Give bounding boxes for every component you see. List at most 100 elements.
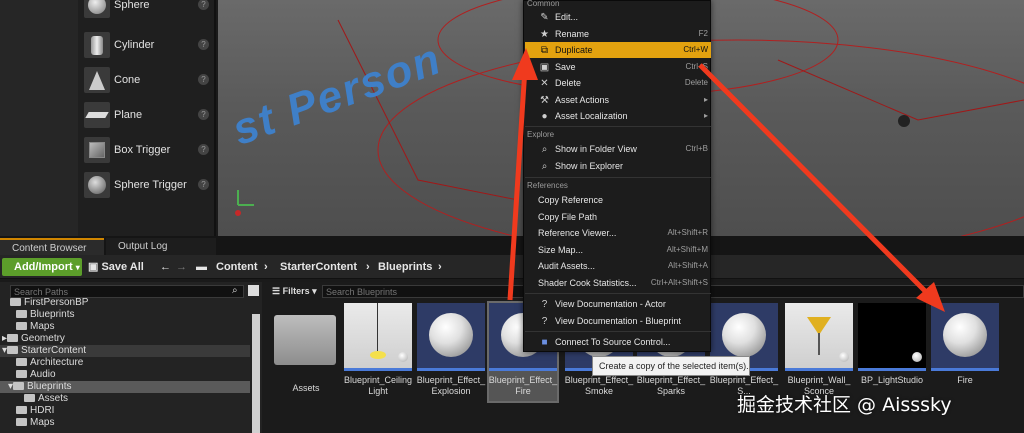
tree-item[interactable]: ▸ Geometry	[2, 333, 65, 345]
menu-item-rename[interactable]: ★ Rename F2	[525, 26, 711, 42]
asset-tile[interactable]: Blueprint_Effect_ Explosion	[417, 303, 485, 401]
panel-tab-bar: Content Browser Output Log	[0, 236, 1024, 255]
breadcrumb-startercontent[interactable]: StarterContent	[280, 258, 357, 276]
add-import-label: Add/Import	[14, 261, 73, 273]
forward-arrow-icon[interactable]: →	[176, 258, 187, 276]
asset-tile[interactable]: Blueprint_Wall_ Sconce	[785, 303, 853, 401]
search-icon: ⌕	[541, 161, 548, 172]
menu-item-duplicate[interactable]: ⧉ Duplicate Ctrl+W	[525, 42, 711, 58]
help-icon[interactable]: ?	[198, 144, 209, 155]
tree-item[interactable]: HDRI	[16, 405, 54, 417]
menu-item-view-documentation-blueprint[interactable]: ? View Documentation - Blueprint	[525, 313, 711, 329]
filters-button[interactable]: ☰ Filters ▾	[272, 285, 317, 298]
place-item-sphere-trigger[interactable]: Sphere Trigger ?	[78, 170, 216, 205]
save-all-button[interactable]: ▣ Save All	[88, 258, 144, 276]
asset-tile[interactable]: BP_LightStudio	[858, 303, 926, 401]
chevron-down-icon: ▾	[75, 263, 80, 272]
tree-item[interactable]: Blueprints	[16, 309, 74, 321]
folder-icon	[16, 370, 27, 379]
help-icon[interactable]: ?	[198, 74, 209, 85]
place-item-cone[interactable]: Cone ?	[78, 65, 216, 100]
help-icon[interactable]: ?	[198, 179, 209, 190]
tree-item[interactable]: Assets	[24, 393, 68, 405]
asset-tile[interactable]: Blueprint_Effect_ S...	[710, 303, 778, 401]
chevron-right-icon: ›	[264, 261, 268, 273]
help-icon[interactable]: ?	[198, 39, 209, 50]
menu-item-label: Show in Folder View	[555, 144, 637, 154]
tree-item[interactable]: FirstPersonBP	[10, 297, 88, 309]
menu-item-show-in-explorer[interactable]: ⌕ Show in Explorer	[525, 158, 711, 174]
tree-item-label: Blueprints	[30, 309, 75, 320]
menu-item-save[interactable]: ▣ Save Ctrl+S	[525, 59, 711, 75]
folder-icon	[274, 315, 336, 365]
tab-label: Output Log	[118, 241, 168, 252]
menu-item-copy-file-path[interactable]: Copy File Path	[525, 209, 711, 225]
sphere-icon	[84, 0, 110, 18]
menu-item-label: Duplicate	[555, 45, 593, 55]
sphere-trigger-icon	[84, 172, 110, 198]
asset-tile-label: Fire	[957, 375, 973, 385]
asset-tile[interactable]: Blueprint_Ceiling Light	[344, 303, 412, 401]
tree-item[interactable]: Maps	[16, 321, 54, 333]
cylinder-icon	[84, 32, 110, 58]
asset-tile-label: Blueprint_Effect_ Sparks	[636, 375, 706, 396]
menu-item-shader-cook-statistics[interactable]: Shader Cook Statistics... Ctrl+Alt+Shift+…	[525, 275, 711, 291]
close-icon: ✕	[540, 78, 549, 89]
menu-item-connect-to-source-control[interactable]: ■ Connect To Source Control...	[525, 334, 711, 350]
tree-item[interactable]: Audio	[16, 369, 56, 381]
tree-item[interactable]: Architecture	[16, 357, 83, 369]
tree-item[interactable]: ▾ StarterContent	[0, 345, 250, 357]
search-icon[interactable]: ⌕	[232, 285, 244, 297]
menu-shortcut: F2	[698, 29, 708, 38]
cone-icon	[84, 67, 110, 93]
place-item-cylinder[interactable]: Cylinder ?	[78, 30, 216, 65]
place-item-plane[interactable]: Plane ?	[78, 100, 216, 135]
place-item-label: Sphere Trigger	[114, 179, 187, 191]
menu-item-show-in-folder-view[interactable]: ⌕ Show in Folder View Ctrl+B	[525, 141, 711, 157]
asset-tile-label: BP_LightStudio	[860, 375, 924, 385]
help-icon[interactable]: ?	[198, 109, 209, 120]
menu-item-label: View Documentation - Actor	[555, 299, 666, 309]
save-icon: ▣	[539, 62, 550, 73]
menu-shortcut: Ctrl+S	[685, 62, 708, 71]
menu-item-edit[interactable]: ✎ Edit...	[525, 9, 711, 25]
tree-item-label: Maps	[30, 321, 55, 332]
menu-item-size-map[interactable]: Size Map... Alt+Shift+M	[525, 242, 711, 258]
help-icon[interactable]: ?	[198, 0, 209, 10]
place-item-sphere[interactable]: Sphere ?	[78, 0, 216, 25]
asset-tile[interactable]: Fire	[931, 303, 999, 401]
folder-icon	[10, 298, 21, 307]
menu-item-view-documentation-actor[interactable]: ? View Documentation - Actor	[525, 296, 711, 312]
menu-divider	[525, 126, 711, 127]
tree-item-label: StarterContent	[21, 345, 87, 356]
tree-item-label: Architecture	[30, 357, 84, 368]
menu-item-asset-actions[interactable]: ⚒ Asset Actions ▸	[525, 92, 711, 108]
menu-shortcut: Alt+Shift+R	[667, 228, 708, 237]
tree-item-label: Maps	[30, 417, 55, 428]
breadcrumb-content[interactable]: Content	[216, 258, 258, 276]
asset-tile-label: Blueprint_Effect_ Explosion	[416, 375, 486, 396]
menu-item-delete[interactable]: ✕ Delete Delete	[525, 75, 711, 91]
tab-content-browser[interactable]: Content Browser	[0, 238, 104, 255]
menu-item-label: Copy File Path	[538, 212, 598, 222]
menu-item-reference-viewer[interactable]: Reference Viewer... Alt+Shift+R	[525, 225, 711, 241]
editor-window: Sphere ? Cylinder ? Cone ? Plane ? Box T…	[0, 0, 1024, 433]
tree-item[interactable]: Maps	[16, 417, 54, 429]
place-item-label: Cylinder	[114, 39, 155, 51]
folder-icon	[16, 406, 27, 415]
tree-item-selected[interactable]: ▾ Blueprints	[0, 381, 250, 393]
menu-section-explore: Explore	[527, 130, 555, 139]
tab-output-log[interactable]: Output Log	[106, 238, 216, 255]
back-arrow-icon[interactable]: ←	[160, 258, 171, 276]
asset-tile[interactable]: Assets	[272, 303, 340, 401]
tree-scrollbar[interactable]	[252, 314, 260, 433]
add-import-button[interactable]: Add/Import ▾	[2, 258, 82, 276]
menu-item-audit-assets[interactable]: Audit Assets... Alt+Shift+A	[525, 258, 711, 274]
menu-item-label: Connect To Source Control...	[555, 337, 671, 347]
menu-section-references: References	[527, 181, 568, 190]
view-options-icon[interactable]	[248, 285, 259, 296]
menu-item-asset-localization[interactable]: ● Asset Localization ▸	[525, 108, 711, 124]
place-item-box-trigger[interactable]: Box Trigger ?	[78, 135, 216, 170]
menu-item-copy-reference[interactable]: Copy Reference	[525, 192, 711, 208]
breadcrumb-blueprints[interactable]: Blueprints	[378, 258, 432, 276]
